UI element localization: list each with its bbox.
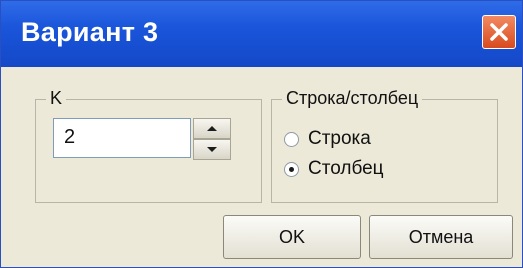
- k-group: K 2: [35, 88, 262, 203]
- radio-row-label: Строка: [308, 128, 371, 149]
- arrow-up-icon: [207, 126, 217, 131]
- arrow-down-icon: [207, 147, 217, 152]
- radio-column-label: Столбец: [308, 158, 384, 179]
- k-value-input[interactable]: 2: [53, 118, 191, 158]
- close-icon: [490, 23, 508, 41]
- spin-down-button[interactable]: [193, 139, 231, 160]
- title-bar[interactable]: Вариант 3: [1, 1, 522, 67]
- dialog-window: Вариант 3 K 2 Строка/столбец Строка Стол…: [0, 0, 523, 268]
- radio-selected-dot: [289, 167, 294, 172]
- k-spinner: [193, 118, 231, 160]
- row-column-legend: Строка/столбец: [282, 88, 423, 109]
- cancel-button[interactable]: Отмена: [369, 215, 513, 259]
- radio-column-circle[interactable]: [284, 162, 299, 177]
- row-column-group: Строка/столбец Строка Столбец: [271, 88, 498, 203]
- spin-up-button[interactable]: [193, 118, 231, 139]
- ok-button[interactable]: OK: [223, 215, 361, 259]
- radio-row-circle[interactable]: [284, 132, 299, 147]
- window-title: Вариант 3: [21, 17, 159, 47]
- close-button[interactable]: [482, 15, 516, 49]
- k-group-legend: K: [46, 88, 67, 109]
